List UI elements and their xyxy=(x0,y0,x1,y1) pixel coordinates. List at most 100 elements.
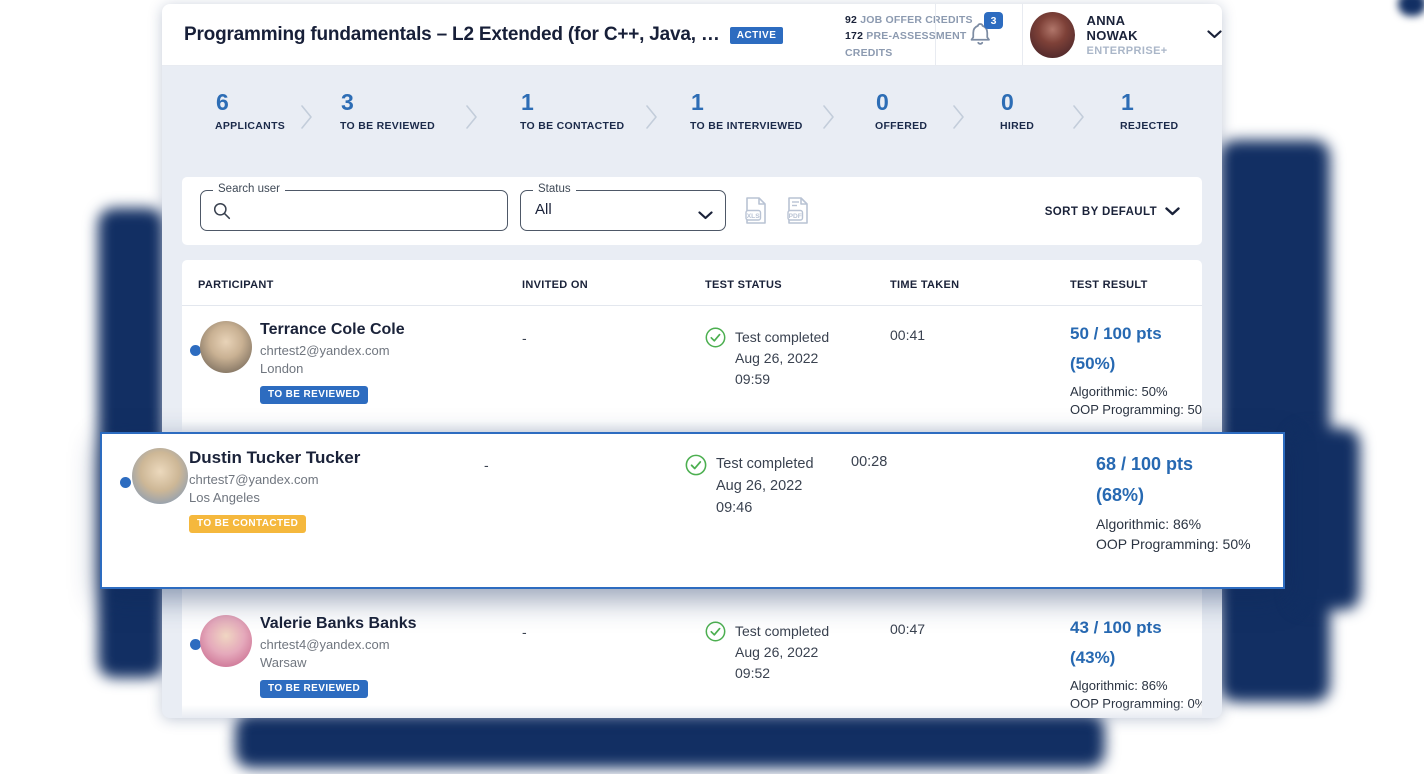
pipeline-stage-label: REJECTED xyxy=(1120,120,1178,132)
highlighted-table-row[interactable]: Dustin Tucker Tucker chrtest7@yandex.com… xyxy=(100,432,1285,589)
skill-score: Algorithmic: 50% xyxy=(1070,383,1202,401)
test-status-text: Test completed xyxy=(735,327,829,348)
pipeline-stage-to-be-contacted[interactable]: 1TO BE CONTACTED xyxy=(520,90,624,132)
chevron-down-icon xyxy=(1165,203,1180,221)
chevron-right-icon xyxy=(645,104,658,135)
pipeline-stage-hired[interactable]: 0 HIRED xyxy=(1000,90,1034,132)
chevron-right-icon xyxy=(1072,104,1085,135)
test-status-text: Test completed xyxy=(735,621,829,642)
search-icon xyxy=(212,201,232,226)
xls-file-icon: XLS xyxy=(743,196,769,226)
pipeline-stage-to-be-reviewed[interactable]: 3TO BE REVIEWED xyxy=(340,90,435,132)
skill-score: Algorithmic: 86% xyxy=(1070,677,1202,695)
svg-text:PDF: PDF xyxy=(789,213,802,220)
status-badge: TO BE REVIEWED xyxy=(260,386,368,404)
notification-count-badge: 3 xyxy=(984,12,1003,29)
participant-city: Los Angeles xyxy=(189,489,360,507)
avatar xyxy=(200,321,252,373)
job-offer-credits-value: 92 xyxy=(845,14,857,26)
background-decoration xyxy=(235,714,1105,768)
chevron-down-icon xyxy=(1207,26,1222,44)
export-xls-button[interactable]: XLS xyxy=(743,196,769,231)
table-row[interactable]: Terrance Cole Cole chrtest2@yandex.com L… xyxy=(182,306,1202,432)
pipeline-stage-count: 1 xyxy=(1120,90,1178,115)
sort-label: SORT BY DEFAULT xyxy=(1045,206,1157,218)
skill-score: OOP Programming: 50% xyxy=(1096,535,1266,555)
column-header-test-result: TEST RESULT xyxy=(1066,260,1202,305)
background-decoration xyxy=(1290,428,1360,610)
participant-name: Terrance Cole Cole xyxy=(260,321,405,339)
invited-on-value: - xyxy=(518,306,697,432)
status-badge: TO BE REVIEWED xyxy=(260,680,368,698)
user-name: ANNA NOWAK xyxy=(1087,13,1177,43)
test-result-score: 50 / 100 pts xyxy=(1070,324,1202,344)
status-select[interactable]: Status All xyxy=(520,190,726,231)
time-taken-value: 00:47 xyxy=(886,600,1066,718)
check-circle-icon xyxy=(685,454,707,587)
time-taken-value: 00:28 xyxy=(847,434,1092,587)
app-header: Programming fundamentals – L2 Extended (… xyxy=(162,4,1222,66)
test-time: 09:59 xyxy=(735,369,829,390)
pipeline-stage-label: OFFERED xyxy=(875,120,927,132)
background-decoration xyxy=(1220,140,1330,702)
avatar xyxy=(132,448,188,504)
test-status-text: Test completed xyxy=(716,454,814,476)
pre-assessment-credits-label: PRE-ASSESSMENT CREDITS xyxy=(845,30,966,58)
user-menu[interactable]: ANNA NOWAK ENTERPRISE+ xyxy=(1030,12,1222,58)
job-offer-credits-label: JOB OFFER CREDITS xyxy=(860,14,973,26)
svg-text:XLS: XLS xyxy=(747,213,760,220)
page: Programming fundamentals – L2 Extended (… xyxy=(0,0,1424,774)
status-select-label: Status xyxy=(533,183,576,195)
column-header-participant: PARTICIPANT xyxy=(182,260,518,305)
invited-on-value: - xyxy=(480,434,685,587)
search-input[interactable] xyxy=(239,192,499,228)
pipeline-stage-count: 1 xyxy=(690,90,803,115)
pipeline-stage-applicants[interactable]: 6APPLICANTS xyxy=(215,90,285,132)
status-selected-value: All xyxy=(535,201,552,218)
pipeline-stage-label: HIRED xyxy=(1000,120,1034,132)
pipeline-stage-count: 0 xyxy=(1000,90,1034,115)
test-time: 09:52 xyxy=(735,663,829,684)
pdf-file-icon: PDF xyxy=(785,196,811,226)
pipeline-stage-label: TO BE CONTACTED xyxy=(520,120,624,132)
participant-name: Valerie Banks Banks xyxy=(260,615,417,633)
sort-dropdown[interactable]: SORT BY DEFAULT xyxy=(1045,203,1180,221)
participant-email: chrtest4@yandex.com xyxy=(260,636,417,654)
header-divider xyxy=(1022,4,1023,65)
status-badge: TO BE CONTACTED xyxy=(189,515,306,533)
participant-name: Dustin Tucker Tucker xyxy=(189,448,360,468)
test-time: 09:46 xyxy=(716,498,814,520)
pipeline-stage-rejected[interactable]: 1 REJECTED xyxy=(1120,90,1178,132)
table-row[interactable]: Valerie Banks Banks chrtest4@yandex.com … xyxy=(182,600,1202,718)
user-plan-badge: ENTERPRISE+ xyxy=(1087,45,1177,57)
unread-indicator-dot xyxy=(120,477,131,488)
column-header-invited-on: INVITED ON xyxy=(518,260,697,305)
skill-score: OOP Programming: 50% xyxy=(1070,401,1202,419)
check-circle-icon xyxy=(705,327,726,432)
app-window: Programming fundamentals – L2 Extended (… xyxy=(162,4,1222,718)
test-result-percent: (68%) xyxy=(1096,485,1283,506)
pipeline-stage-count: 0 xyxy=(875,90,927,115)
avatar xyxy=(1030,12,1075,58)
pre-assessment-credits-value: 172 xyxy=(845,30,863,42)
participant-email: chrtest7@yandex.com xyxy=(189,471,360,489)
column-header-time-taken: TIME TAKEN xyxy=(886,260,1066,305)
column-header-test-status: TEST STATUS xyxy=(697,260,886,305)
participant-city: Warsaw xyxy=(260,654,417,672)
pipeline-stage-offered[interactable]: 0 OFFERED xyxy=(875,90,927,132)
avatar xyxy=(200,615,252,667)
page-title: Programming fundamentals – L2 Extended (… xyxy=(184,24,720,46)
notifications-button[interactable]: 3 xyxy=(965,19,999,53)
pipeline-stage-label: APPLICANTS xyxy=(215,120,285,132)
search-field[interactable]: Search user xyxy=(200,190,508,231)
chevron-right-icon xyxy=(952,104,965,135)
chevron-right-icon xyxy=(465,104,478,135)
filters-panel: Search user Status All xyxy=(182,177,1202,245)
test-result-score: 68 / 100 pts xyxy=(1096,454,1283,475)
test-result-percent: (43%) xyxy=(1070,648,1202,668)
export-pdf-button[interactable]: PDF xyxy=(785,196,811,231)
skill-score: OOP Programming: 0% xyxy=(1070,695,1202,713)
pipeline-stage-to-be-interviewed[interactable]: 1TO BE INTERVIEWED xyxy=(690,90,803,132)
skill-score: Algorithmic: 86% xyxy=(1096,515,1266,535)
test-date: Aug 26, 2022 xyxy=(735,348,829,369)
